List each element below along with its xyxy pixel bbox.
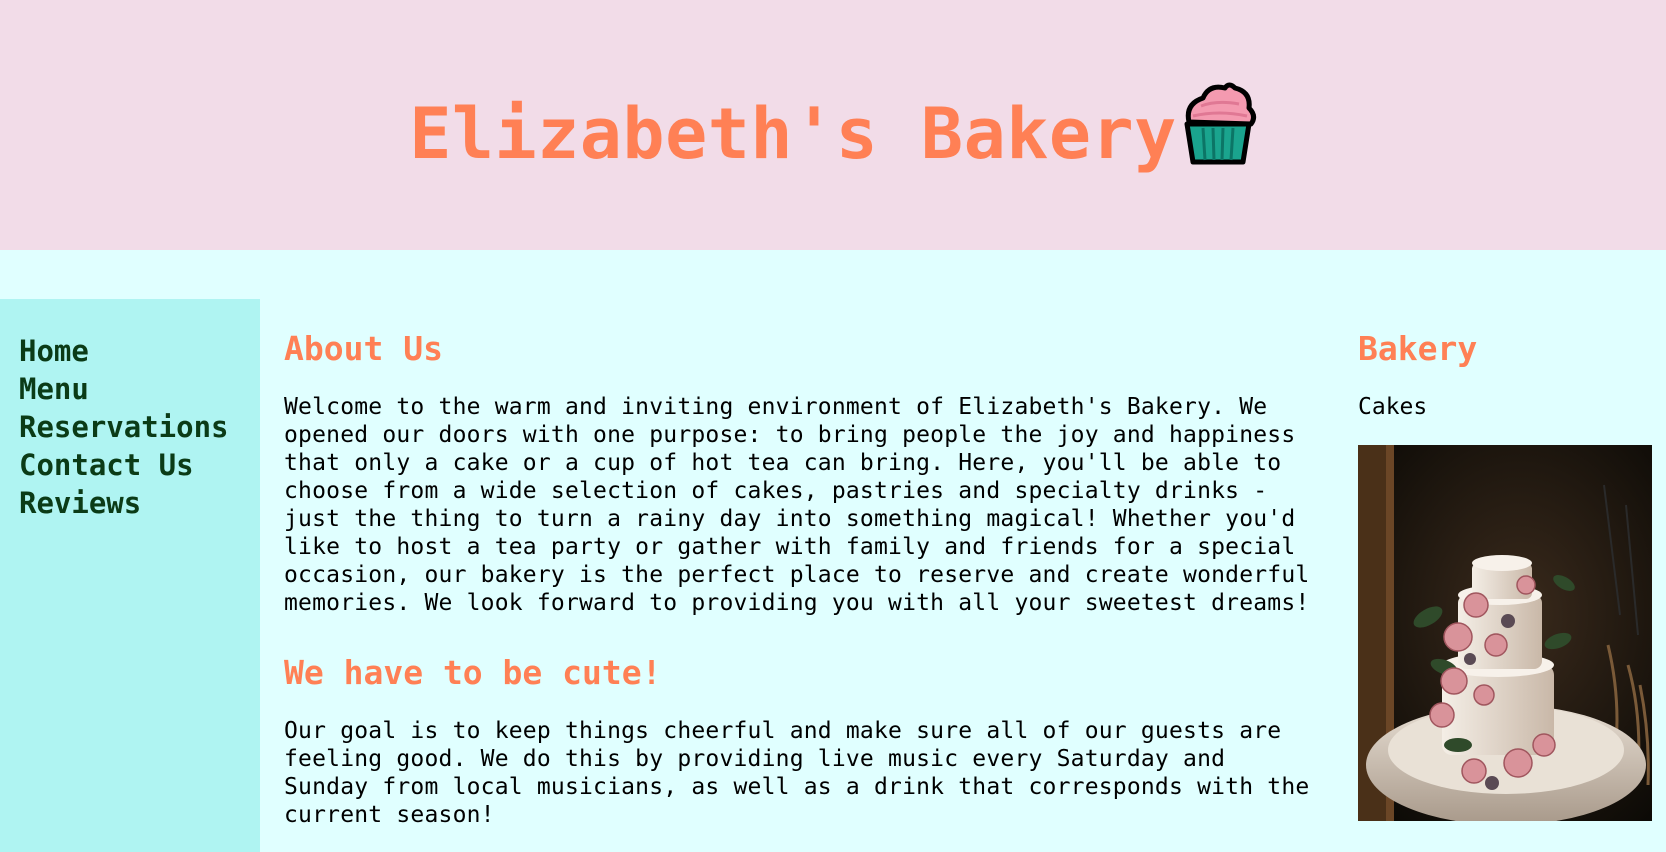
cute-heading: We have to be cute! [284, 653, 662, 692]
main-content: About Us Welcome to the warm and invitin… [284, 325, 1314, 829]
cute-text: Our goal is to keep things cheerful and … [284, 718, 1310, 828]
nav-item-reviews[interactable]: Reviews [19, 484, 229, 522]
nav-item-contact-us[interactable]: Contact Us [19, 446, 229, 484]
sidebar-nav: Home Menu Reservations Contact Us Review… [0, 299, 260, 852]
nav-item-menu[interactable]: Menu [19, 370, 229, 408]
aside-caption: Cakes [1358, 394, 1428, 420]
site-title-text: Elizabeth's Bakery [409, 93, 1177, 175]
cake-photo [1358, 445, 1652, 821]
nav-item-reservations[interactable]: Reservations [19, 408, 229, 446]
nav-list: Home Menu Reservations Contact Us Review… [19, 332, 229, 522]
nav-item-home[interactable]: Home [19, 332, 229, 370]
about-text: Welcome to the warm and inviting environ… [284, 394, 1310, 616]
aside-panel: Bakery Cakes [1358, 325, 1652, 821]
cupcake-icon [1179, 82, 1257, 183]
site-header: Elizabeth's Bakery [0, 0, 1666, 250]
aside-heading: Bakery [1358, 329, 1478, 368]
site-title: Elizabeth's Bakery [0, 82, 1666, 183]
about-heading: About Us [284, 329, 443, 368]
